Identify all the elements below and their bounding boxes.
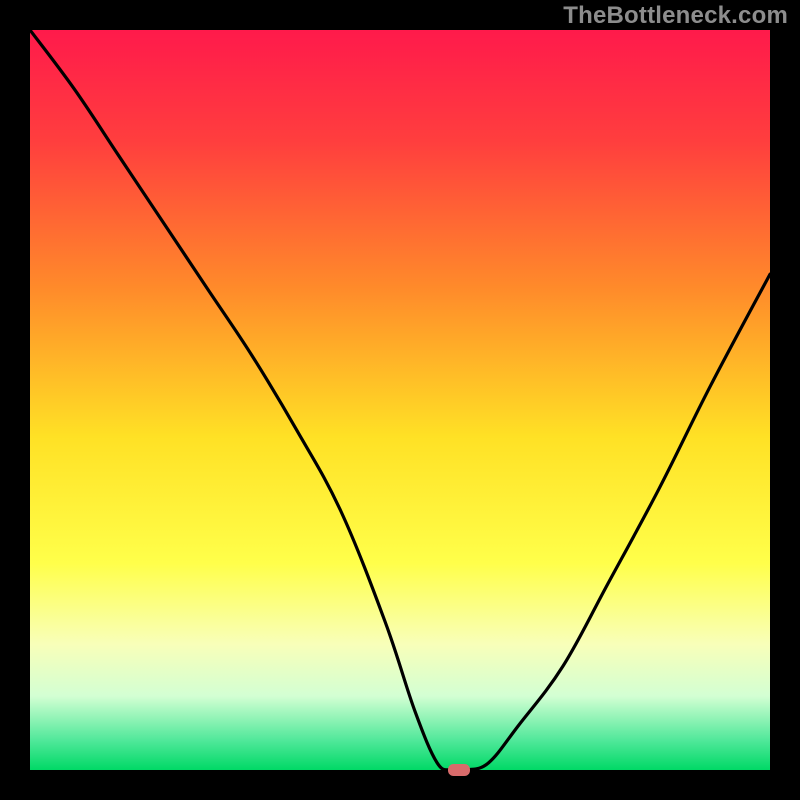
bottleneck-chart xyxy=(0,0,800,800)
watermark-text: TheBottleneck.com xyxy=(563,2,788,30)
chart-frame: TheBottleneck.com xyxy=(0,0,800,800)
optimal-point-marker xyxy=(448,764,470,775)
gradient-background xyxy=(30,30,770,770)
